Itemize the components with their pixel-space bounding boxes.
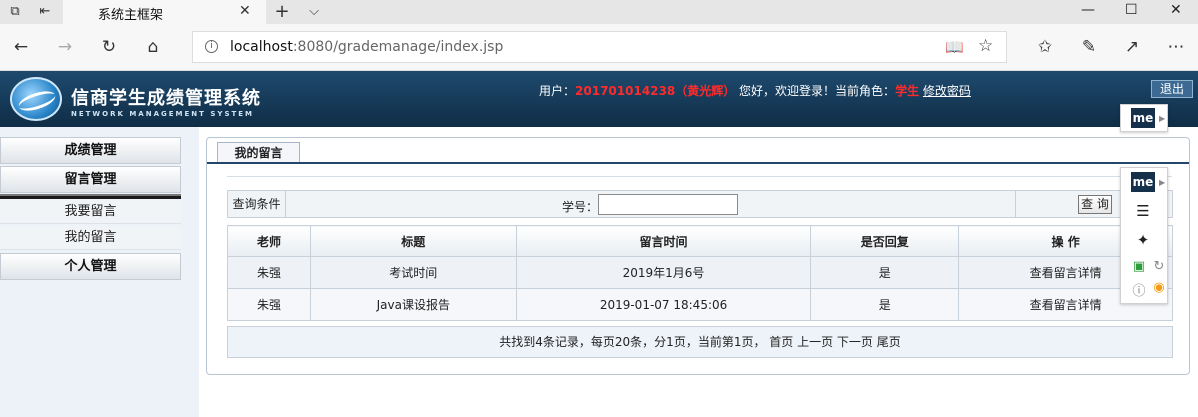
student-no-input[interactable]: [598, 194, 738, 215]
sidebar: 成绩管理 留言管理 我要留言 我的留言 个人管理: [0, 127, 199, 417]
table-row: 朱强 Java课设报告 2019-01-07 18:45:06 是 查看留言详情: [227, 288, 1173, 321]
query-button[interactable]: 查 询: [1078, 195, 1112, 214]
me-icon[interactable]: me: [1131, 172, 1155, 192]
reload-icon[interactable]: ↻: [1147, 259, 1171, 274]
maximize-icon[interactable]: ☐: [1125, 2, 1138, 18]
logo: [10, 77, 62, 121]
user-id: 201701014238（黄光辉）: [575, 84, 736, 98]
app-subtitle: NETWORK MANAGEMENT SYSTEM: [71, 110, 255, 118]
extension-badge[interactable]: me ▶: [1120, 104, 1168, 132]
cell-teacher: 朱强: [227, 288, 311, 321]
new-tab-icon[interactable]: +: [273, 3, 291, 21]
url-text: localhost:8080/grademanage/index.jsp: [230, 39, 504, 55]
tab-my-messages[interactable]: 我的留言: [217, 142, 300, 164]
set-aside-tabs-icon[interactable]: ⇤: [36, 3, 54, 21]
expand-arrow-icon: ▶: [1159, 178, 1166, 187]
app-header: 信商学生成绩管理系统 NETWORK MANAGEMENT SYSTEM 用户：…: [0, 71, 1198, 127]
minimize-icon[interactable]: —: [1081, 2, 1095, 18]
cell-title: 考试时间: [309, 256, 517, 289]
menu-divider: [0, 196, 181, 199]
tab-underline: [207, 162, 1189, 164]
table-header: 老师 标题 留言时间 是否回复 操 作: [227, 225, 1173, 257]
divider: [227, 176, 1172, 177]
app-title: 信商学生成绩管理系统: [71, 88, 261, 109]
sidebar-item-my-messages[interactable]: 我的留言: [0, 226, 181, 250]
expand-arrow-icon: ▶: [1159, 114, 1166, 123]
query-row: 查询条件 学号： 查 询: [227, 190, 1173, 218]
divider: [1015, 191, 1016, 217]
more-icon[interactable]: ⋯: [1165, 37, 1187, 57]
change-password-link[interactable]: 修改密码: [923, 84, 971, 98]
back-icon[interactable]: ←: [10, 37, 32, 57]
column-header: 标题: [309, 225, 517, 257]
browser-tab-strip: ⧉ ⇤ 系统主框架 ✕ + ⌵ — ☐ ✕: [0, 0, 1198, 24]
sidebar-section-personal[interactable]: 个人管理: [0, 253, 181, 280]
table-row: 朱强 考试时间 2019年1月6号 是 查看留言详情: [227, 256, 1173, 289]
main-panel: 我的留言 查询条件 学号： 查 询 老师 标题 留言时间 是否回复 操 作 朱强…: [206, 137, 1190, 375]
cell-time: 2019-01-07 18:45:06: [515, 288, 812, 321]
cell-replied: 是: [810, 288, 960, 321]
extension-toolbar: me ▶ ☰ ✦ ▣ ↻ ⓘ ◉: [1120, 167, 1168, 304]
refresh-icon[interactable]: ↻: [98, 37, 120, 57]
cell-replied: 是: [810, 256, 960, 289]
favorite-star-icon[interactable]: ☆: [978, 36, 993, 56]
close-icon[interactable]: ✕: [239, 3, 251, 19]
column-header: 老师: [227, 225, 311, 257]
reading-view-icon[interactable]: 📖: [945, 38, 964, 56]
magic-wand-icon[interactable]: ✦: [1131, 231, 1155, 249]
pagination[interactable]: 共找到4条记录，每页20条，分1页，当前第1页， 首页 上一页 下一页 尾页: [227, 326, 1173, 358]
address-bar-row: ← → ↻ ⌂ i localhost:8080/grademanage/ind…: [0, 24, 1198, 71]
tab-title: 系统主框架: [98, 8, 164, 23]
sidebar-section-messages[interactable]: 留言管理: [0, 166, 181, 193]
share-icon[interactable]: ↗: [1121, 37, 1143, 57]
browser-tab[interactable]: 系统主框架 ✕: [63, 0, 266, 24]
cell-title: Java课设报告: [309, 288, 517, 321]
sidebar-item-leave-message[interactable]: 我要留言: [0, 200, 181, 224]
user-info: 用户：201701014238（黄光辉） 您好，欢迎登录！当前角色：学生 修改密…: [539, 84, 971, 98]
favorites-icon[interactable]: ✩: [1034, 37, 1056, 57]
site-info-icon[interactable]: i: [205, 40, 218, 53]
tab-list-icon[interactable]: ⌵: [305, 3, 323, 21]
forward-icon[interactable]: →: [54, 37, 76, 57]
column-header: 是否回复: [810, 225, 960, 257]
window-close-icon[interactable]: ✕: [1170, 2, 1182, 18]
tab-actions-icon[interactable]: ⧉: [6, 3, 24, 21]
home-icon[interactable]: ⌂: [142, 37, 164, 57]
cell-teacher: 朱强: [227, 256, 311, 289]
eye-icon[interactable]: ◉: [1147, 280, 1171, 295]
column-header: 留言时间: [515, 225, 812, 257]
student-no-label: 学号：: [562, 200, 599, 214]
menu-icon[interactable]: ☰: [1131, 202, 1155, 220]
url-field[interactable]: i localhost:8080/grademanage/index.jsp 📖…: [192, 31, 1007, 63]
query-label: 查询条件: [228, 191, 286, 217]
role: 学生: [895, 84, 920, 98]
messages-table: 老师 标题 留言时间 是否回复 操 作 朱强 考试时间 2019年1月6号 是 …: [227, 225, 1173, 321]
sidebar-section-grades[interactable]: 成绩管理: [0, 137, 181, 164]
pen-icon[interactable]: ✎: [1078, 37, 1100, 57]
cell-time: 2019年1月6号: [515, 256, 812, 289]
me-icon: me: [1131, 108, 1155, 128]
logout-button[interactable]: 退出: [1151, 80, 1193, 98]
